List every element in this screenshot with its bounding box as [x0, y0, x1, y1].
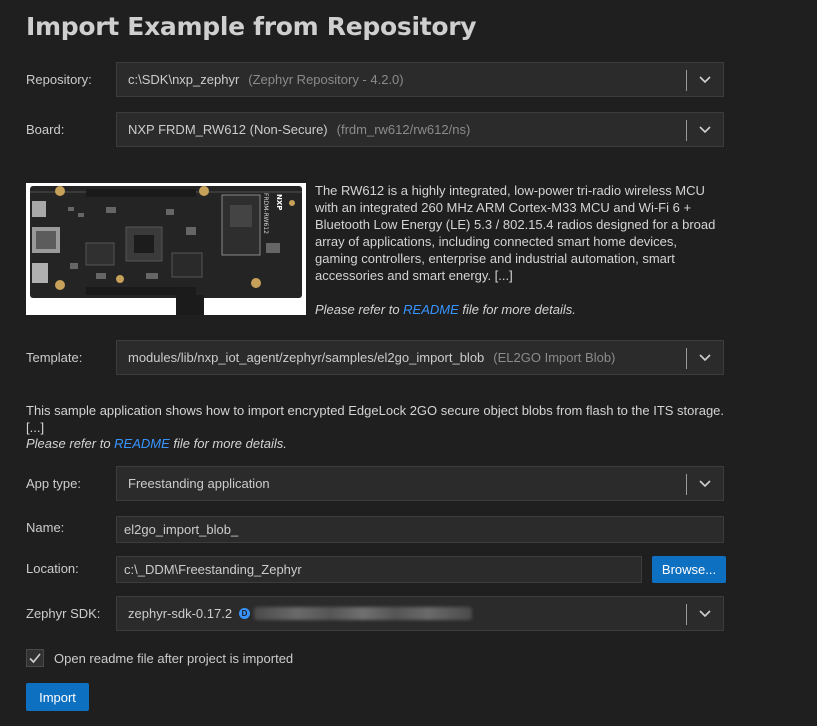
- template-value: modules/lib/nxp_iot_agent/zephyr/samples…: [128, 350, 485, 365]
- chevron-down-icon[interactable]: [698, 124, 712, 136]
- board-readme-link[interactable]: README: [403, 302, 459, 317]
- checkmark-icon: [29, 653, 41, 664]
- board-refer-prefix: Please refer to: [315, 302, 404, 317]
- board-readme-note: Please refer to README file for more det…: [315, 301, 720, 318]
- chevron-down-icon[interactable]: [698, 478, 712, 490]
- select-divider: [686, 70, 687, 91]
- select-divider: [686, 604, 687, 625]
- chevron-down-icon[interactable]: [698, 352, 712, 364]
- template-select[interactable]: modules/lib/nxp_iot_agent/zephyr/samples…: [116, 340, 724, 375]
- import-button[interactable]: Import: [26, 683, 89, 711]
- open-readme-label: Open readme file after project is import…: [54, 651, 294, 666]
- board-silkscreen-text: FRDM-RW612: [262, 193, 269, 234]
- app-type-value: Freestanding application: [128, 476, 270, 491]
- repository-label: Repository:: [26, 72, 92, 87]
- template-description-text: This sample application shows how to imp…: [26, 403, 725, 435]
- board-description-text: The RW612 is a highly integrated, low-po…: [315, 183, 716, 283]
- board-description: The RW612 is a highly integrated, low-po…: [315, 182, 720, 318]
- page-title: Import Example from Repository: [26, 12, 477, 41]
- location-label: Location:: [26, 561, 79, 576]
- repository-detail: (Zephyr Repository - 4.2.0): [248, 72, 404, 87]
- zephyr-sdk-value: zephyr-sdk-0.17.2: [128, 606, 233, 621]
- board-label: Board:: [26, 122, 65, 137]
- repository-select[interactable]: c:\SDK\nxp_zephyr (Zephyr Repository - 4…: [116, 62, 724, 97]
- zephyr-sdk-label: Zephyr SDK:: [26, 606, 101, 621]
- board-logo-text: NXP: [275, 194, 283, 210]
- name-label: Name:: [26, 520, 65, 535]
- board-value: NXP FRDM_RW612 (Non-Secure): [128, 122, 328, 137]
- chevron-down-icon[interactable]: [698, 608, 712, 620]
- app-type-select[interactable]: Freestanding application: [116, 466, 724, 501]
- template-refer-prefix: Please refer to: [26, 436, 115, 451]
- chevron-down-icon[interactable]: [698, 74, 712, 86]
- select-divider: [686, 120, 687, 141]
- template-refer-suffix: file for more details.: [169, 436, 287, 451]
- repository-value: c:\SDK\nxp_zephyr: [128, 72, 240, 87]
- name-input[interactable]: [116, 516, 724, 543]
- board-select[interactable]: NXP FRDM_RW612 (Non-Secure) (frdm_rw612/…: [116, 112, 724, 147]
- template-detail: (EL2GO Import Blob): [493, 350, 616, 365]
- template-readme-link[interactable]: README: [114, 436, 170, 451]
- browse-button[interactable]: Browse...: [652, 556, 726, 583]
- zephyr-sdk-select[interactable]: zephyr-sdk-0.17.2 D: [116, 596, 724, 631]
- location-input[interactable]: [116, 556, 642, 583]
- select-divider: [686, 348, 687, 369]
- board-image-graphic: NXP FRDM-RW612: [26, 183, 306, 315]
- board-detail: (frdm_rw612/rw612/ns): [336, 122, 471, 137]
- app-type-label: App type:: [26, 476, 81, 491]
- board-refer-suffix: file for more details.: [458, 302, 576, 317]
- open-readme-checkbox[interactable]: [26, 649, 44, 667]
- board-image: NXP FRDM-RW612: [26, 183, 306, 315]
- template-description: This sample application shows how to imp…: [26, 403, 726, 453]
- select-divider: [686, 474, 687, 495]
- redacted-path: [254, 607, 473, 620]
- template-readme-note: Please refer to README file for more det…: [26, 436, 726, 453]
- template-label: Template:: [26, 350, 83, 365]
- sdk-default-badge: D: [239, 608, 251, 619]
